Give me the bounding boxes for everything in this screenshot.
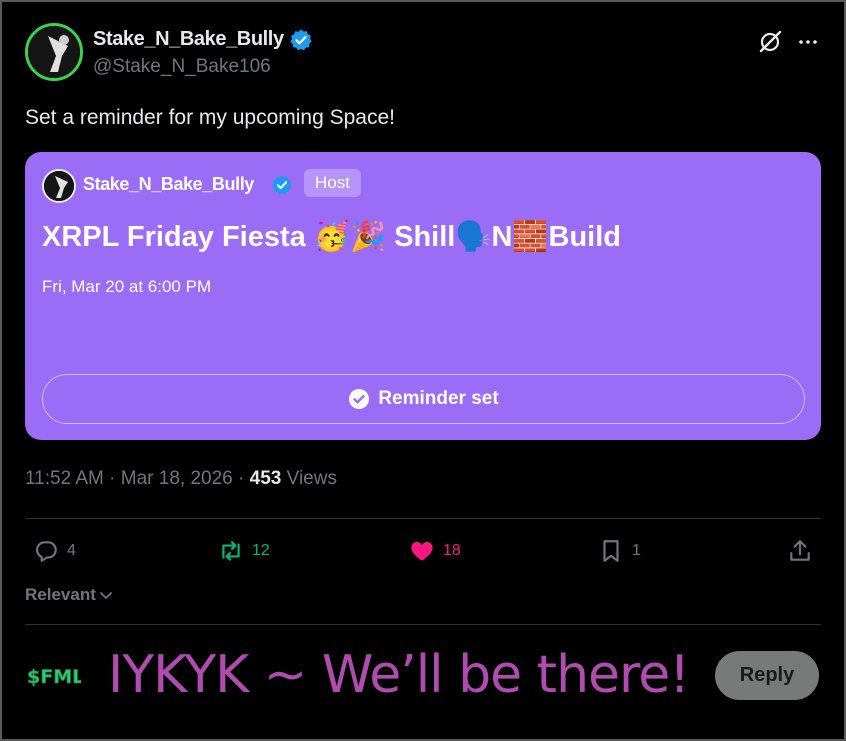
bookmark-icon [603, 540, 619, 562]
chevron-down-icon [99, 592, 112, 600]
heart-icon [411, 541, 433, 561]
tweet-time[interactable]: 11:52 AM [25, 468, 104, 489]
overlay-text: IYKYK ~ We’ll be there! [108, 645, 690, 705]
verified-icon [290, 29, 312, 51]
host-badge: Host [304, 169, 361, 197]
tweet-date[interactable]: Mar 18, 2026 [121, 468, 233, 489]
host-verified-icon [272, 175, 292, 195]
reply-action[interactable]: 4 [33, 538, 76, 564]
sort-label: Relevant [25, 585, 96, 604]
avatar[interactable] [25, 23, 83, 81]
divider [25, 518, 821, 519]
reply-icon [35, 541, 57, 562]
views-count[interactable]: 453 [250, 468, 282, 489]
author-display-name[interactable]: Stake_N_Bake_Bully [93, 28, 284, 51]
host-avatar [42, 169, 76, 203]
reminder-button[interactable]: Reminder set [42, 374, 805, 424]
reminder-label: Reminder set [378, 388, 499, 409]
more-icon[interactable] [796, 30, 820, 54]
retweet-count: 12 [252, 542, 270, 559]
share-action[interactable] [787, 538, 813, 564]
host-name: Stake_N_Bake_Bully [83, 174, 254, 194]
like-count: 18 [443, 542, 461, 559]
tweet-text: Set a reminder for my upcoming Space! [25, 106, 396, 129]
svg-text:$FML: $FML [27, 666, 81, 688]
grok-icon[interactable] [757, 29, 783, 55]
reply-button[interactable]: Reply [715, 651, 819, 700]
like-action[interactable]: 18 [409, 538, 461, 564]
share-icon [790, 540, 810, 561]
reply-count: 4 [67, 542, 76, 559]
retweet-action[interactable]: 12 [218, 538, 270, 564]
retweet-icon [222, 541, 240, 561]
tweet-meta: 11:52 AM · Mar 18, 2026 · 453 Views [25, 468, 337, 489]
space-date: Fri, Mar 20 at 6:00 PM [42, 277, 212, 296]
host-avatar-image [44, 171, 74, 201]
space-card[interactable]: Stake_N_Bake_Bully Host XRPL Friday Fies… [25, 152, 821, 440]
divider [25, 624, 821, 625]
views-label: Views [286, 468, 337, 489]
bookmark-count: 1 [632, 542, 641, 559]
check-circle-icon [349, 389, 370, 409]
sort-relevant-button[interactable]: Relevant [25, 585, 114, 605]
sfml-logo: $FML [27, 666, 81, 689]
avatar-image [28, 26, 80, 78]
bookmark-action[interactable]: 1 [598, 538, 641, 564]
space-title: XRPL Friday Fiesta 🥳🎉 Shill🗣️N🧱Build [42, 221, 621, 253]
author-handle[interactable]: @Stake_N_Bake106 [93, 56, 271, 78]
